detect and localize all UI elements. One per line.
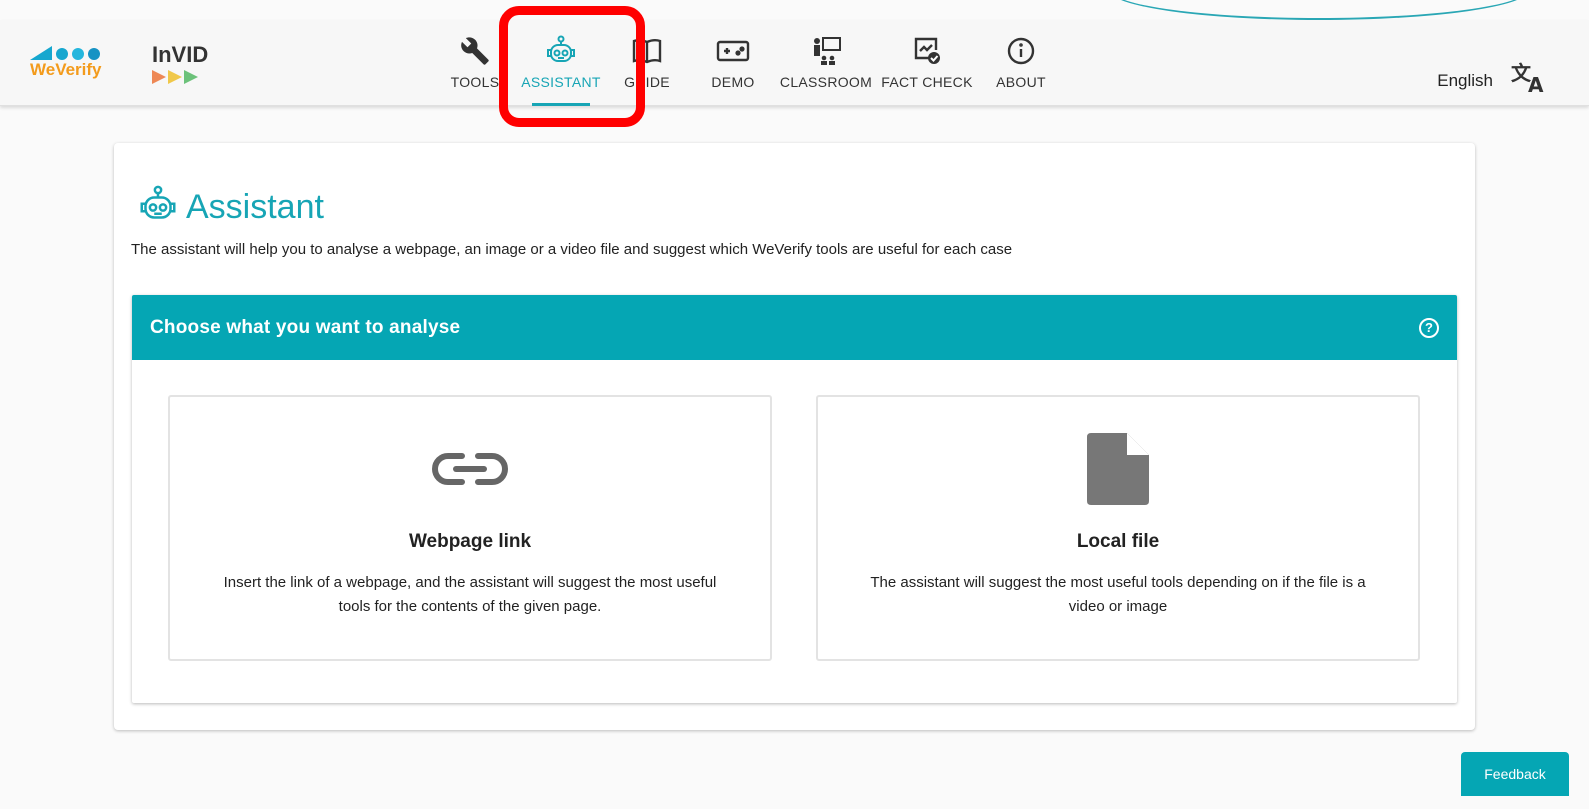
svg-text:A: A — [1528, 73, 1544, 94]
page-subtitle: The assistant will help you to analyse a… — [131, 241, 1013, 258]
weverify-logo[interactable]: WeVerify — [30, 38, 125, 88]
nav-item-fact-check[interactable]: FACT CHECK — [876, 20, 978, 106]
nav-label: CLASSROOM — [779, 74, 873, 90]
main-nav: TOOLS ASSISTANT GUIDE DEMO CLASSROOM FAC… — [432, 20, 1064, 106]
help-icon[interactable]: ? — [1419, 317, 1439, 338]
panel-header-title: Choose what you want to analyse — [150, 316, 461, 338]
option-title: Webpage link — [408, 531, 532, 552]
panel-header: Choose what you want to analyse ? — [132, 295, 1457, 360]
language-selector[interactable]: English 文A — [1437, 61, 1547, 99]
translate-icon: 文A — [1511, 61, 1547, 99]
gamepad-icon — [716, 36, 750, 66]
nav-label: ABOUT — [996, 74, 1046, 90]
page-title: Assistant — [186, 188, 324, 226]
top-navigation-bar: WeVerify InVID TOOLS ASSISTANT GUIDE DEM… — [0, 20, 1589, 106]
option-local-file[interactable]: Local file The assistant will suggest th… — [816, 395, 1420, 661]
nav-label: FACT CHECK — [881, 74, 973, 90]
fact-check-icon — [910, 36, 944, 66]
robot-icon — [544, 35, 578, 66]
feedback-button[interactable]: Feedback — [1461, 752, 1569, 796]
book-icon — [630, 36, 664, 66]
nav-label: TOOLS — [450, 74, 500, 90]
page-title-row: Assistant — [136, 185, 324, 230]
nav-item-demo[interactable]: DEMO — [690, 20, 776, 106]
wrench-icon — [458, 36, 492, 66]
nav-item-guide[interactable]: GUIDE — [604, 20, 690, 106]
weverify-logo-text: WeVerify — [30, 60, 102, 79]
language-label: English — [1437, 70, 1493, 90]
link-icon — [170, 429, 770, 509]
option-webpage-link[interactable]: Webpage link Insert the link of a webpag… — [168, 395, 772, 661]
invid-logo[interactable]: InVID — [152, 42, 232, 87]
option-description: Insert the link of a webpage, and the as… — [223, 574, 717, 615]
info-icon — [1004, 36, 1038, 66]
nav-label: ASSISTANT — [521, 74, 601, 90]
invid-logo-arrows — [152, 70, 232, 84]
robot-icon — [136, 185, 180, 230]
option-description: The assistant will suggest the most usef… — [870, 574, 1366, 615]
nav-item-about[interactable]: ABOUT — [978, 20, 1064, 106]
assistant-card: Assistant The assistant will help you to… — [114, 143, 1475, 730]
nav-item-tools[interactable]: TOOLS — [432, 20, 518, 106]
nav-item-classroom[interactable]: CLASSROOM — [776, 20, 876, 106]
decorative-curve — [1109, 0, 1529, 20]
nav-item-assistant[interactable]: ASSISTANT — [518, 20, 604, 106]
classroom-icon — [809, 36, 843, 66]
invid-logo-text: InVID — [152, 42, 209, 67]
file-icon — [818, 429, 1418, 509]
nav-label: GUIDE — [624, 74, 670, 90]
option-title: Local file — [1076, 531, 1160, 552]
analysis-choice-panel: Choose what you want to analyse ? Webpag… — [132, 295, 1457, 703]
weverify-logo-dots — [30, 38, 125, 60]
nav-label: DEMO — [711, 74, 755, 90]
